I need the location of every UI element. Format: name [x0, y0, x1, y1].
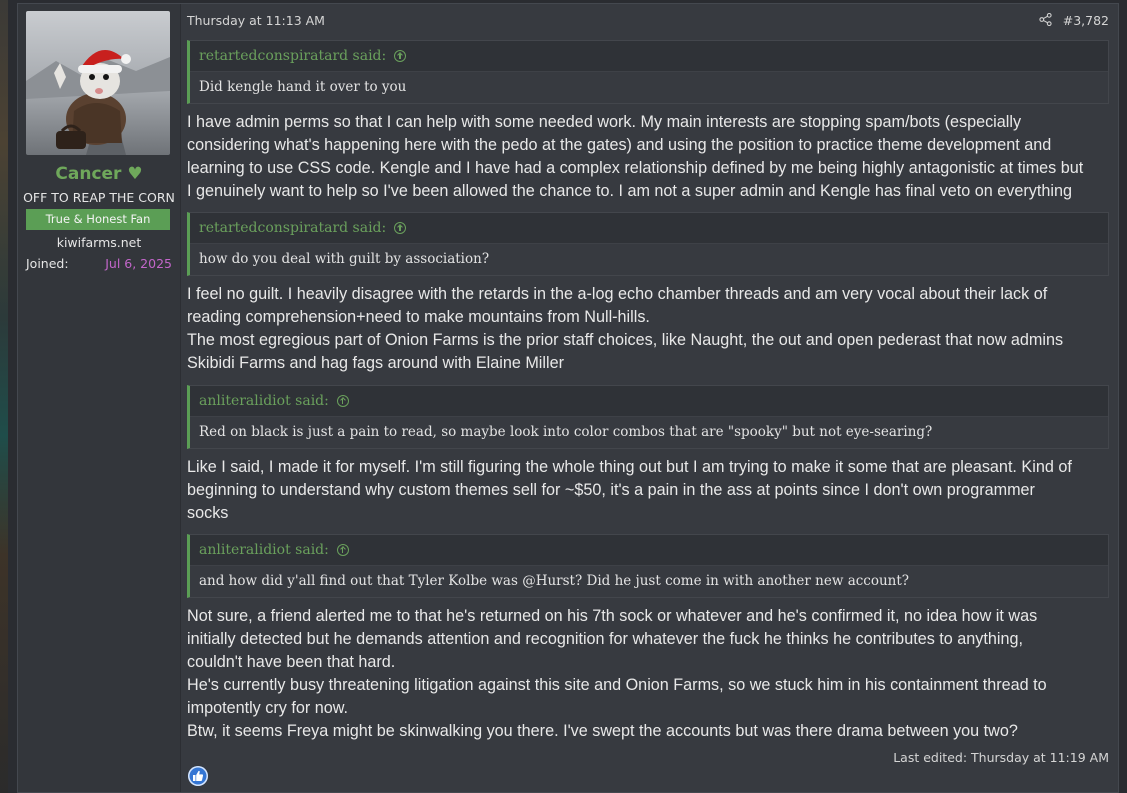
quote-text: and how did y'all find out that Tyler Ko…	[190, 565, 1108, 597]
quote-author[interactable]: retartedconspiratard said:	[199, 213, 386, 243]
arrow-up-circle-icon[interactable]	[394, 222, 407, 234]
forum-post: Cancer ♥ OFF TO REAP THE CORN True & Hon…	[17, 3, 1119, 793]
quote-text: Red on black is just a pain to read, so …	[190, 416, 1108, 448]
text-line: learning to use CSS code. Kengle and I h…	[187, 159, 1084, 177]
text-line: impotently cry for now.	[187, 699, 349, 717]
post-number[interactable]: #3,782	[1063, 13, 1109, 28]
text-line: couldn't have been that hard.	[187, 653, 396, 671]
post-paragraph: I feel no guilt. I heavily disagree with…	[187, 283, 1111, 375]
share-icon[interactable]	[1039, 13, 1052, 26]
text-line: reading comprehension+need to make mount…	[187, 308, 650, 326]
text-line: I have admin perms so that I can help wi…	[187, 113, 1022, 131]
text-line: Btw, it seems Freya might be skinwalking…	[187, 722, 1018, 740]
joined-date: Jul 6, 2025	[105, 256, 172, 271]
text-line: I genuinely want to help so I've been al…	[187, 182, 1072, 200]
post-paragraph: Like I said, I made it for myself. I'm s…	[187, 456, 1111, 525]
text-line: I feel no guilt. I heavily disagree with…	[187, 285, 1048, 303]
arrow-up-circle-icon[interactable]	[336, 544, 349, 556]
quote-author[interactable]: anliteralidiot said:	[199, 386, 329, 416]
quote-block: anliteralidiot said: and how did y'all f…	[187, 534, 1109, 598]
text-line: He's currently busy threatening litigati…	[187, 676, 1047, 694]
text-line: socks	[187, 504, 229, 522]
text-line: Skibidi Farms and hag fags around with E…	[187, 354, 564, 372]
quote-author[interactable]: anliteralidiot said:	[199, 535, 329, 565]
quote-header[interactable]: anliteralidiot said:	[190, 386, 1108, 416]
user-title: OFF TO REAP THE CORN	[23, 190, 175, 205]
text-line: The most egregious part of Onion Farms i…	[187, 331, 1064, 349]
quote-block: retartedconspiratard said: how do you de…	[187, 212, 1109, 276]
post-paragraph: Not sure, a friend alerted me to that he…	[187, 605, 1111, 743]
arrow-up-circle-icon[interactable]	[394, 50, 407, 62]
quote-author[interactable]: retartedconspiratard said:	[199, 41, 386, 71]
quote-header[interactable]: retartedconspiratard said:	[190, 213, 1108, 243]
post-paragraph: I have admin perms so that I can help wi…	[187, 111, 1111, 203]
quote-text: Did kengle hand it over to you	[190, 71, 1108, 103]
text-line: considering what's happening here with t…	[187, 136, 1052, 154]
post-main: Thursday at 11:13 AM #3,782 retartedcons…	[186, 4, 1110, 792]
quote-block: anliteralidiot said: Red on black is jus…	[187, 385, 1109, 449]
background-edge	[0, 0, 8, 793]
arrow-up-circle-icon[interactable]	[336, 395, 349, 407]
joined-label: Joined:	[26, 256, 69, 271]
text-line: Like I said, I made it for myself. I'm s…	[187, 458, 1072, 476]
post-date[interactable]: Thursday at 11:13 AM	[187, 13, 325, 28]
user-site: kiwifarms.net	[56, 235, 142, 250]
quote-text: how do you deal with guilt by associatio…	[190, 243, 1108, 275]
text-line: initially detected but he demands attent…	[187, 630, 1023, 648]
quote-header[interactable]: anliteralidiot said:	[190, 535, 1108, 565]
thumbs-up-icon[interactable]	[188, 766, 208, 786]
last-edited: Last edited: Thursday at 11:19 AM	[893, 750, 1109, 765]
username[interactable]: Cancer ♥	[18, 164, 180, 184]
user-sidebar: Cancer ♥ OFF TO REAP THE CORN True & Hon…	[18, 4, 181, 792]
avatar[interactable]	[26, 11, 170, 155]
quote-header[interactable]: retartedconspiratard said:	[190, 41, 1108, 71]
user-banner: True & Honest Fan	[26, 209, 170, 230]
text-line: Not sure, a friend alerted me to that he…	[187, 607, 1038, 625]
text-line: beginning to understand why custom theme…	[187, 481, 1035, 499]
quote-block: retartedconspiratard said: Did kengle ha…	[187, 40, 1109, 104]
